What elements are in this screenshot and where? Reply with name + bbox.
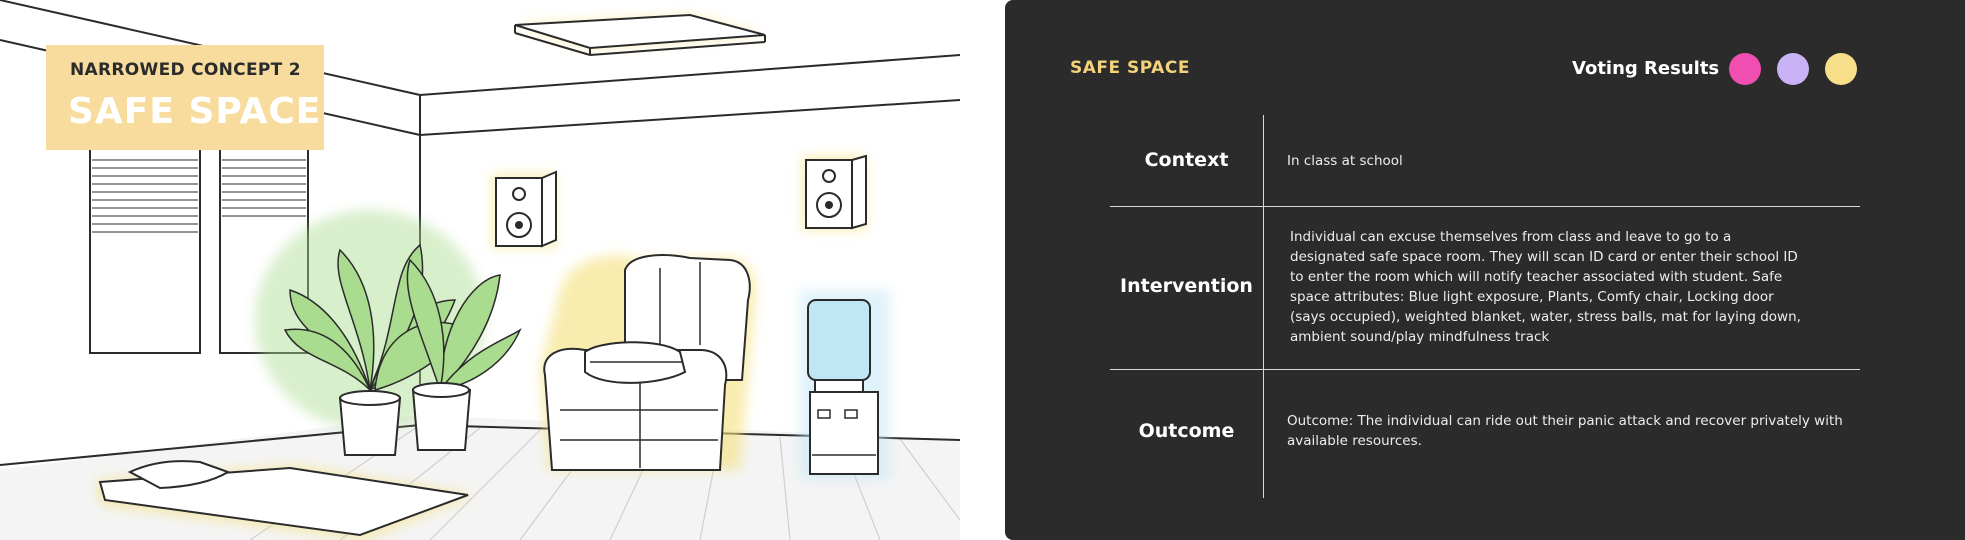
table-divider bbox=[1110, 206, 1860, 207]
row-text-context: In class at school bbox=[1287, 153, 1403, 169]
vote-dot-lavender bbox=[1777, 53, 1809, 85]
speaker-icon bbox=[802, 154, 867, 230]
row-label-context: Context bbox=[1144, 149, 1229, 171]
concept-details-panel: SAFE SPACE Voting Results Context In cla… bbox=[1005, 0, 1965, 540]
concept-title: SAFE SPACE bbox=[68, 91, 322, 132]
table-divider-vertical bbox=[1263, 115, 1264, 498]
ceiling-light-icon bbox=[514, 13, 766, 56]
row-text-outcome: Outcome: The individual can ride out the… bbox=[1287, 413, 1843, 449]
row-label-outcome: Outcome bbox=[1138, 420, 1235, 442]
room-illustration: NARROWED CONCEPT 2 SAFE SPACE bbox=[0, 0, 960, 540]
speaker-icon bbox=[492, 170, 557, 248]
concept-table: Context In class at school Intervention … bbox=[1110, 115, 1860, 498]
panel-title: SAFE SPACE bbox=[1070, 58, 1190, 78]
water-cooler-icon bbox=[800, 290, 890, 480]
row-label-intervention: Intervention bbox=[1120, 275, 1253, 297]
table-divider bbox=[1110, 369, 1860, 370]
blanket-icon bbox=[584, 341, 687, 384]
row-text-intervention: Individual can excuse themselves from cl… bbox=[1290, 229, 1801, 345]
concept-title-card: NARROWED CONCEPT 2 SAFE SPACE bbox=[46, 45, 324, 150]
vote-dot-yellow bbox=[1825, 53, 1857, 85]
concept-eyebrow: NARROWED CONCEPT 2 bbox=[70, 60, 301, 80]
vote-dot-pink bbox=[1729, 53, 1761, 85]
voting-results-label: Voting Results bbox=[1572, 58, 1720, 79]
